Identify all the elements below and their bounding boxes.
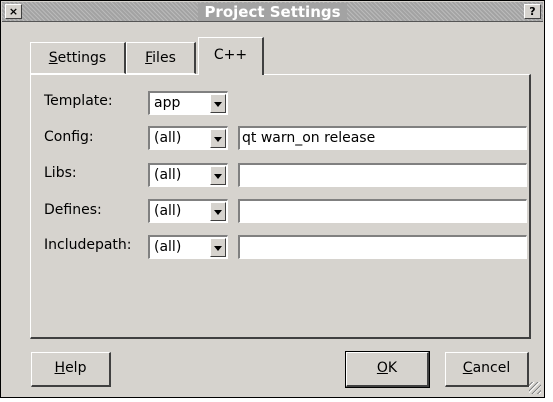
libs-scope-select[interactable]: (all)	[148, 163, 228, 187]
chevron-down-icon[interactable]	[210, 129, 226, 148]
defines-field[interactable]	[238, 199, 527, 223]
config-label: Config:	[44, 129, 94, 145]
project-settings-dialog: × Project Settings ? Settings Files C++ …	[0, 0, 545, 398]
cancel-button[interactable]: Cancel	[445, 352, 529, 387]
help-icon[interactable]: ?	[524, 4, 541, 19]
chevron-down-icon[interactable]	[210, 202, 226, 221]
config-field[interactable]: qt warn_on release	[238, 126, 527, 150]
template-label: Template:	[44, 93, 113, 109]
template-select[interactable]: app	[148, 91, 228, 115]
tab-panel-cpp: Template: app Config: (all) qt warn_on r…	[30, 74, 531, 339]
window-title: Project Settings	[2, 3, 543, 21]
tab-cpp[interactable]: C++	[198, 37, 264, 75]
tab-settings[interactable]: Settings	[30, 42, 126, 74]
libs-field[interactable]	[238, 163, 527, 187]
includepath-field[interactable]	[238, 235, 527, 259]
tab-files[interactable]: Files	[126, 42, 196, 74]
includepath-scope-select[interactable]: (all)	[148, 235, 228, 259]
title-bar[interactable]: × Project Settings ?	[2, 2, 543, 22]
chevron-down-icon[interactable]	[210, 238, 226, 257]
resize-grip-icon[interactable]	[529, 382, 541, 394]
libs-label: Libs:	[44, 165, 77, 181]
defines-scope-select[interactable]: (all)	[148, 199, 228, 223]
defines-label: Defines:	[44, 202, 102, 218]
chevron-down-icon[interactable]	[210, 166, 226, 185]
ok-button[interactable]: OK	[345, 351, 430, 388]
help-button[interactable]: Help	[31, 352, 111, 387]
config-scope-select[interactable]: (all)	[148, 126, 228, 150]
chevron-down-icon[interactable]	[210, 94, 226, 113]
includepath-label: Includepath:	[44, 237, 132, 253]
